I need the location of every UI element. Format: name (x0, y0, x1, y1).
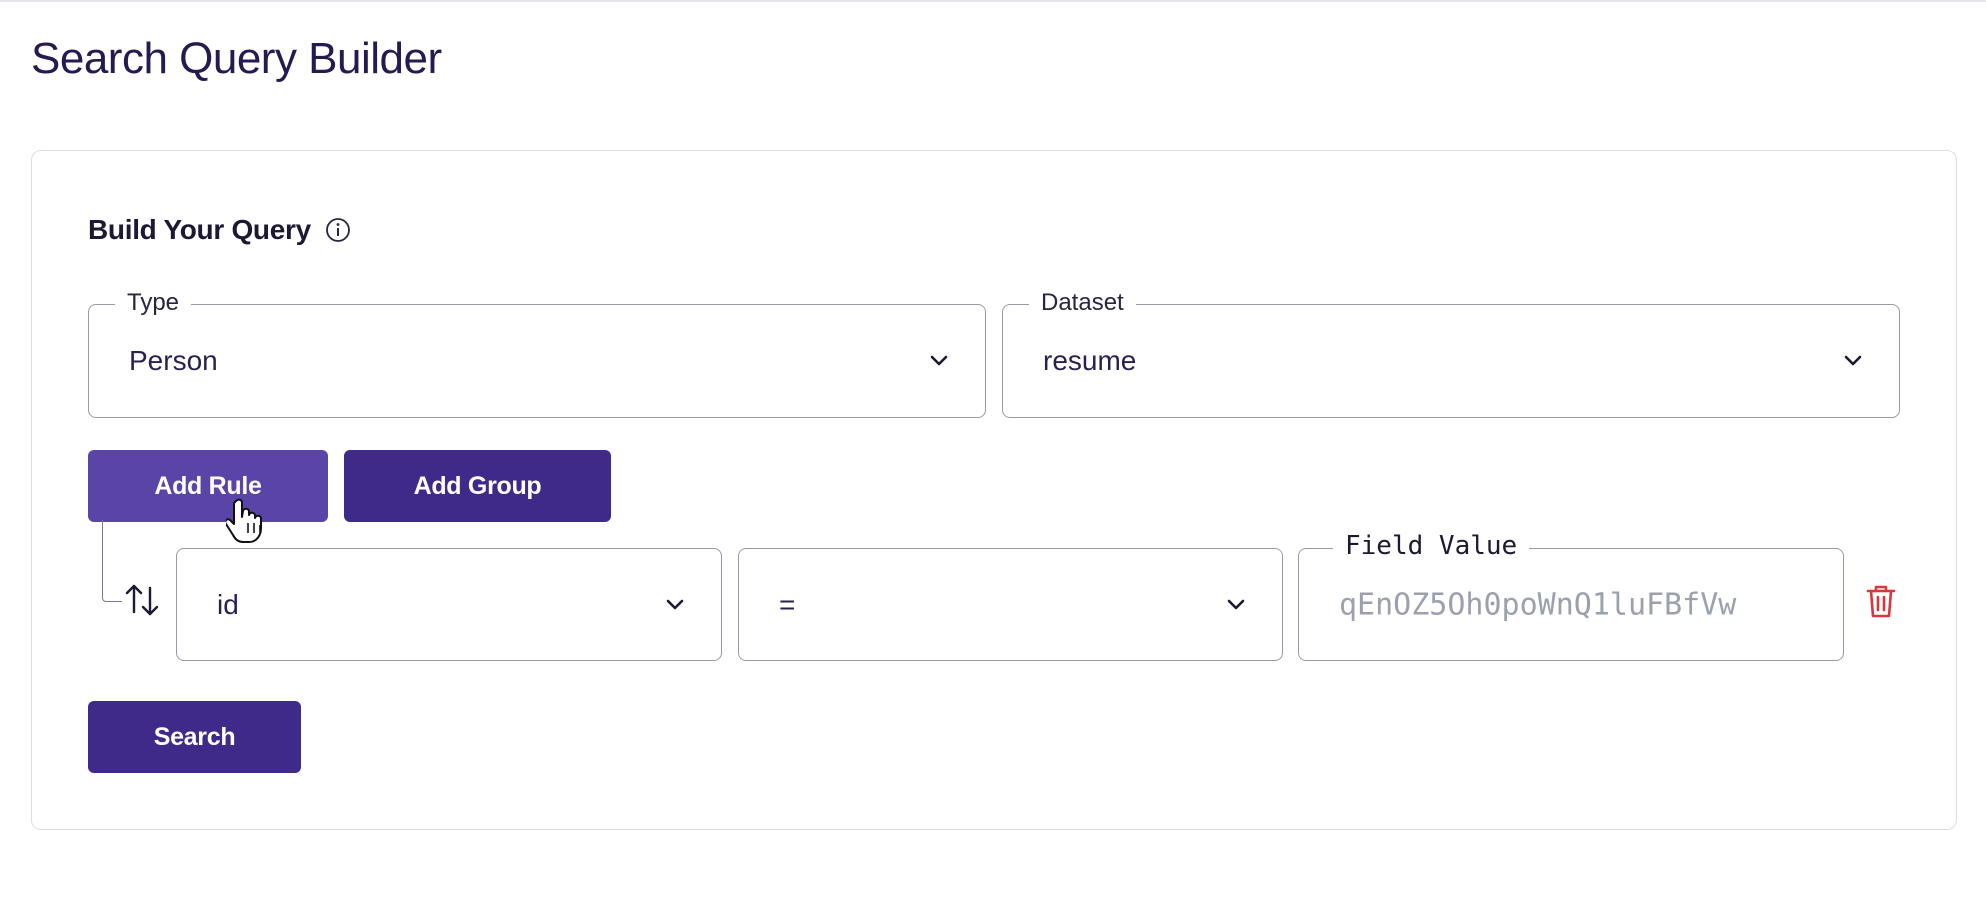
sort-arrows-icon[interactable] (122, 580, 162, 620)
rule-operator-select[interactable]: = (738, 548, 1283, 661)
dataset-label: Dataset (1029, 289, 1136, 317)
field-value-label: Field Value (1333, 531, 1530, 561)
rule-tree-connector (102, 520, 122, 602)
section-header: Build Your Query (88, 214, 351, 246)
type-select[interactable]: Type Person (88, 289, 986, 418)
rule-operator-value: = (779, 588, 796, 620)
rule-value-field[interactable]: Field Value (1298, 531, 1844, 661)
chevron-down-icon (1226, 599, 1246, 611)
rule-field-select[interactable]: id (176, 548, 722, 661)
field-value-input[interactable] (1339, 587, 1813, 622)
top-divider (0, 0, 1986, 2)
type-label: Type (115, 289, 192, 317)
rule-field-value: id (217, 588, 239, 620)
add-rule-button[interactable]: Add Rule (88, 450, 328, 522)
chevron-down-icon (1843, 355, 1863, 367)
dataset-select[interactable]: Dataset resume (1002, 289, 1900, 418)
type-value: Person (129, 345, 218, 376)
chevron-down-icon (929, 355, 949, 367)
info-icon[interactable] (325, 217, 351, 243)
section-title: Build Your Query (88, 214, 311, 245)
dataset-value: resume (1043, 345, 1137, 376)
search-button[interactable]: Search (88, 701, 301, 773)
chevron-down-icon (665, 599, 685, 611)
trash-icon[interactable] (1864, 582, 1898, 620)
page-title: Search Query Builder (31, 34, 442, 83)
add-group-button[interactable]: Add Group (344, 450, 611, 522)
